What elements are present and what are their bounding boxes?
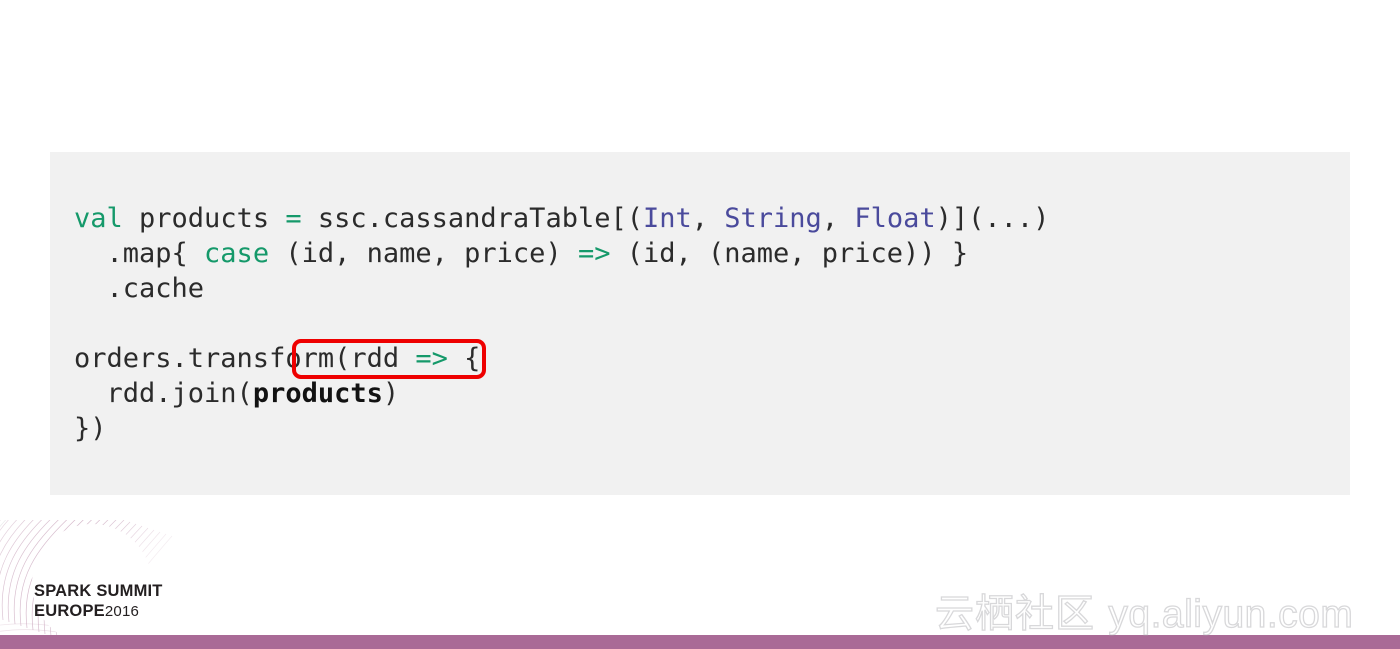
code-block: val products = ssc.cassandraTable[(Int, … [50,152,1350,495]
code-line-7: }) [74,411,1049,446]
logo-europe-text: EUROPE [34,601,105,620]
code-token-plain: rdd.join( [74,378,253,409]
code-token-type-float: Float [854,203,936,234]
watermark: 云栖社区 yq.aliyun.com [934,592,1354,637]
spark-summit-logo: SPARK SUMMIT EUROPE2016 [34,583,163,619]
logo-year-text: 2016 [104,602,140,620]
code-line-5: orders.transform(rdd => { [74,341,1049,376]
logo-line-2: EUROPE2016 [34,601,163,620]
code-line-2: .map{ case (id, name, price) => (id, (na… [74,236,1049,271]
code-line-6: rdd.join(products) [74,376,1049,411]
code-token-plain: .map{ [74,238,205,269]
code-token-type-int: Int [642,203,692,234]
code-token-plain: ) [382,378,400,409]
code-token-keyword-case: case [204,238,270,269]
code-token-plain: (id, (name, price)) } [610,238,969,269]
code-token-operator-arrow: => [577,238,611,269]
code-token-plain: }) [74,413,107,444]
code-line-4-blank [74,306,1049,341]
code-token-plain: .cache [74,273,205,304]
footer-accent-bar [0,635,1400,649]
code-token-plain: (id, name, price) [269,238,578,269]
code-token-plain: orders.transform(rdd [74,343,416,374]
code-token-highlighted-products: products [252,378,383,409]
code-text: val products = ssc.cassandraTable[(Int, … [74,166,1049,516]
code-token-type-string: String [724,203,822,234]
code-token-plain: , [821,203,855,234]
logo-line-1: SPARK SUMMIT [34,582,163,600]
code-token-plain: )](...) [935,203,1050,234]
code-line-3: .cache [74,271,1049,306]
code-token-keyword-val: val [74,203,123,234]
code-token-plain: products [122,203,286,234]
watermark-url-text: yq.aliyun.com [1108,593,1354,636]
code-token-operator-arrow: => [415,343,448,374]
code-token-plain: , [691,203,725,234]
code-token-operator-equals: = [285,203,302,234]
watermark-chinese-text: 云栖社区 [934,592,1109,637]
code-line-1: val products = ssc.cassandraTable[(Int, … [74,201,1049,236]
code-token-plain: ssc.cassandraTable[( [301,203,643,234]
code-token-plain: { [447,343,481,374]
